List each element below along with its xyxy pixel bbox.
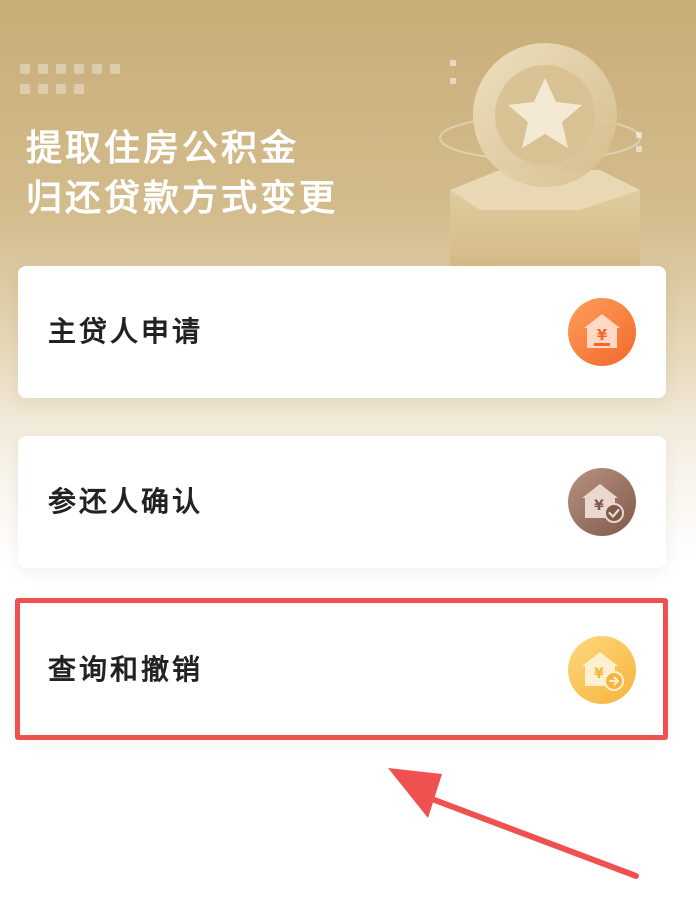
star-trophy-icon — [439, 43, 642, 270]
option-card-primary-borrower[interactable]: 主贷人申请 ¥ — [18, 266, 666, 398]
decorative-dots — [20, 64, 130, 104]
option-label: 参还人确认 — [48, 485, 204, 518]
svg-text:¥: ¥ — [597, 326, 608, 344]
house-yen-icon: ¥ — [568, 298, 636, 366]
pointer-arrow-icon — [388, 768, 639, 879]
svg-text:¥: ¥ — [594, 666, 604, 682]
house-yen-check-icon: ¥ — [568, 468, 636, 536]
page-title-line2: 归还贷款方式变更 — [26, 178, 339, 219]
option-label: 主贷人申请 — [48, 315, 204, 348]
option-card-co-repayer[interactable]: 参还人确认 ¥ — [18, 436, 666, 568]
page-title-line1: 提取住房公积金 — [26, 128, 300, 169]
option-card-query-cancel[interactable]: 查询和撤销 ¥ — [18, 604, 666, 736]
svg-text:¥: ¥ — [594, 498, 604, 514]
page-title: 提取住房公积金 归还贷款方式变更 — [26, 124, 338, 224]
option-label: 查询和撤销 — [48, 653, 204, 686]
house-yen-search-icon: ¥ — [568, 636, 636, 704]
